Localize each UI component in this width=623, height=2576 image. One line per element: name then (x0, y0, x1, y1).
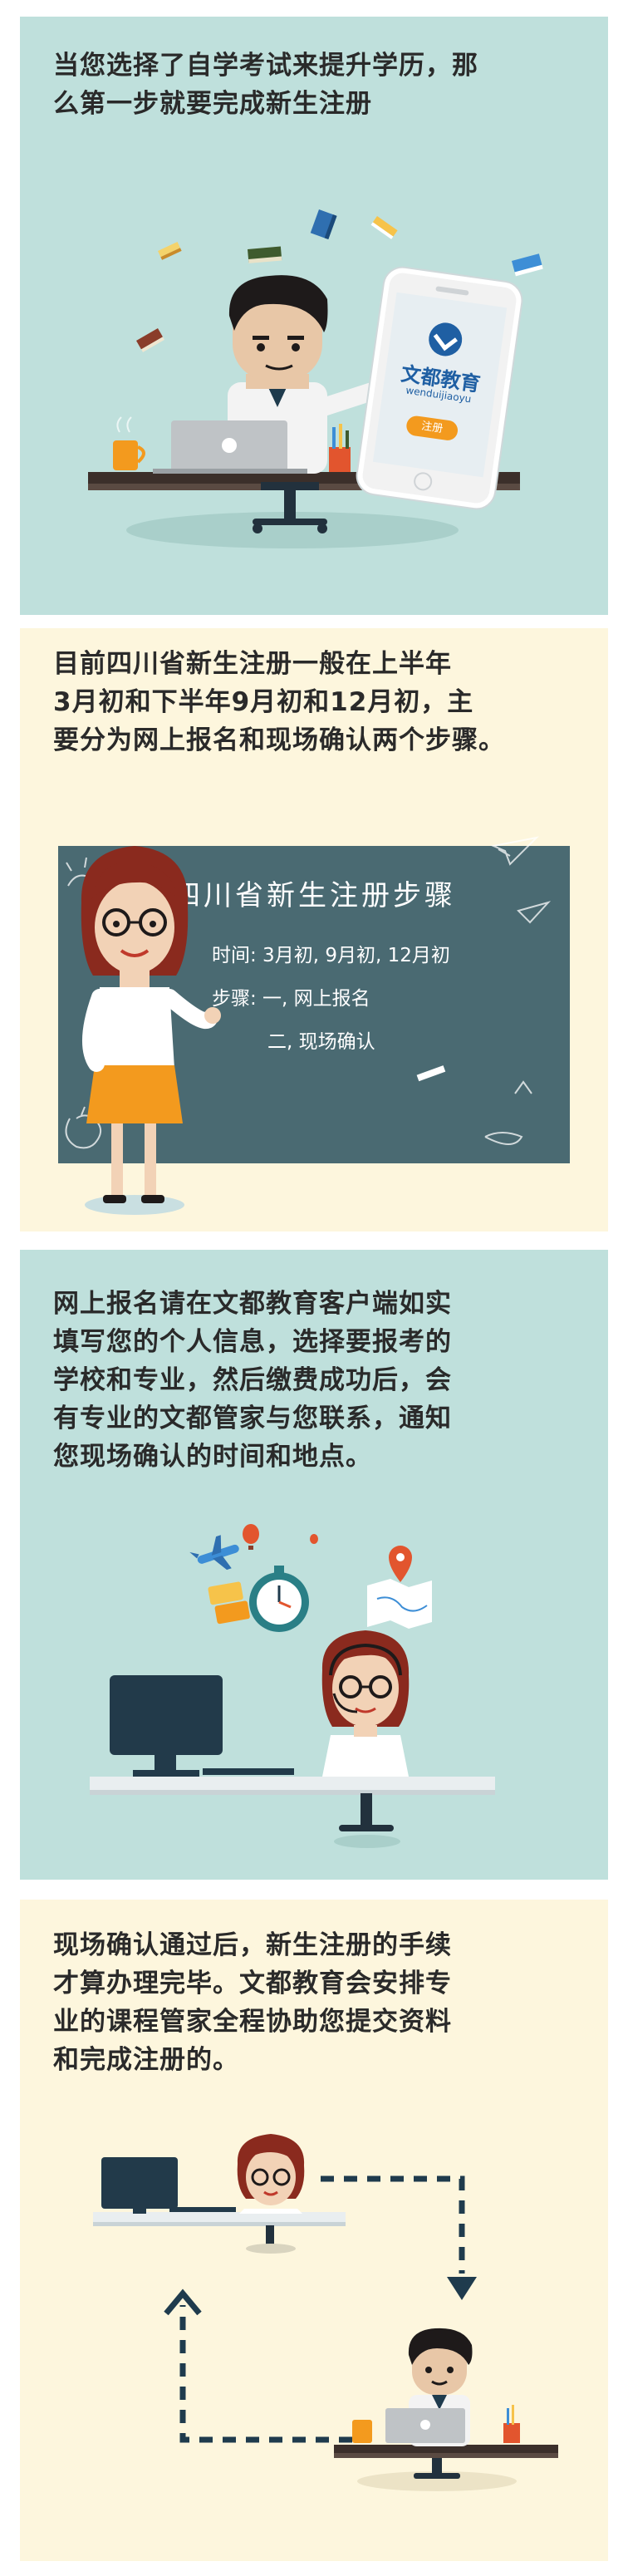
arrow-up-icon (164, 2288, 202, 2316)
flow-arrow (179, 2305, 352, 2443)
airplane-icon (189, 1535, 239, 1571)
chalk-doodle-icon (514, 1080, 532, 1094)
balloon-icon (310, 1534, 318, 1544)
paper-plane-icon (490, 836, 540, 866)
book-icon (310, 209, 337, 240)
book-icon (370, 216, 398, 239)
ticket-icon (208, 1581, 250, 1625)
infographic-page: 当您选择了自学考试来提升学历，那 么第一步就要完成新生注册 文都教育 wendu… (0, 0, 623, 2576)
section-2-illustration (65, 836, 552, 1215)
phone-speaker (435, 286, 469, 296)
section-4-illustration (93, 2134, 558, 2491)
book-icon (136, 328, 164, 352)
stopwatch-icon (249, 1566, 309, 1632)
section-3-illustration (90, 1524, 495, 1848)
phone-home-button (412, 470, 434, 492)
paper-plane-icon (517, 901, 552, 924)
book-icon (248, 246, 282, 263)
chalk-icon (416, 1065, 446, 1082)
book-icon (512, 253, 543, 277)
book-icon (158, 242, 182, 260)
section-1-illustration (88, 209, 543, 548)
arrow-down-icon (447, 2277, 477, 2300)
location-pin-icon (389, 1546, 412, 1582)
chalk-doodle-icon (484, 1132, 523, 1145)
balloon-icon (243, 1524, 259, 1550)
map-icon (367, 1579, 432, 1629)
